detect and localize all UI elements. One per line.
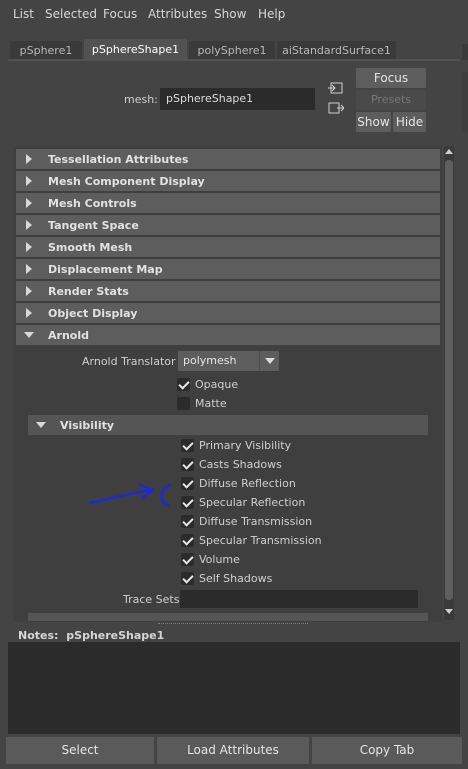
load-attributes-button[interactable]: Load Attributes [157,737,309,764]
expand-arrow-icon [26,242,32,252]
opaque-label: Opaque [195,378,239,391]
copy-tab-button[interactable]: Copy Tab [312,737,462,764]
focus-button[interactable]: Focus [356,68,426,88]
mesh-label: mesh: [124,93,158,106]
section-tangent-space[interactable]: Tangent Space [16,215,440,235]
notes-node-name: pSphereShape1 [66,629,165,642]
output-connection-icon[interactable] [328,101,344,115]
self-shadows-label: Self Shadows [199,572,273,585]
menu-list[interactable]: List [13,7,34,21]
tab-psphereshape1[interactable]: pSphereShape1 [84,39,187,60]
section-displacement-map[interactable]: Displacement Map [16,259,440,279]
opaque-checkbox[interactable] [177,378,190,391]
annotation-arrow-icon [88,483,172,507]
expand-arrow-icon [26,176,32,186]
show-button[interactable]: Show [356,112,391,132]
diffuse-transmission-checkbox[interactable] [181,515,194,528]
specular-reflection-checkbox[interactable] [181,496,194,509]
expand-arrow-icon [26,308,32,318]
volume-checkbox[interactable] [181,553,194,566]
primary-visibility-label: Primary Visibility [199,439,292,452]
section-render-stats[interactable]: Render Stats [16,281,440,301]
volume-label: Volume [199,553,240,566]
chevron-down-icon [265,358,275,364]
expand-arrow-icon [26,154,32,164]
specular-transmission-checkbox[interactable] [181,534,194,547]
menu-focus[interactable]: Focus [103,7,137,21]
next-section-stub [28,613,428,621]
matte-checkbox[interactable] [177,397,190,410]
casts-shadows-label: Casts Shadows [199,458,282,471]
mesh-name-field[interactable]: pSphereShape1 [160,88,315,110]
expand-arrow-icon [26,264,32,274]
section-visibility[interactable]: Visibility [28,415,428,435]
section-tessellation-attributes[interactable]: Tessellation Attributes [16,149,440,169]
menu-bar: List Selected Focus Attributes Show Help [0,0,468,28]
diffuse-transmission-label: Diffuse Transmission [199,515,313,528]
diffuse-reflection-label: Diffuse Reflection [199,477,296,490]
diffuse-reflection-checkbox[interactable] [181,477,194,490]
trace-sets-field[interactable] [180,590,418,608]
tab-separator [8,59,460,61]
menu-show[interactable]: Show [214,7,246,21]
section-mesh-component-display[interactable]: Mesh Component Display [16,171,440,191]
section-smooth-mesh[interactable]: Smooth Mesh [16,237,440,257]
scrollbar-thumb[interactable] [445,160,453,600]
expand-arrow-icon [26,220,32,230]
self-shadows-checkbox[interactable] [181,572,194,585]
casts-shadows-checkbox[interactable] [181,458,194,471]
notes-header: Notes: pSphereShape1 [18,629,164,642]
menu-attributes[interactable]: Attributes [148,7,207,21]
splitter-handle[interactable] [158,623,308,625]
tab-overflow [462,44,468,60]
section-object-display[interactable]: Object Display [16,303,440,323]
specular-reflection-label: Specular Reflection [199,496,306,509]
select-button[interactable]: Select [6,737,154,764]
expand-arrow-icon [26,286,32,296]
notes-label: Notes: [18,629,59,642]
hide-button[interactable]: Hide [393,112,426,132]
presets-button[interactable]: Presets [356,90,426,110]
matte-label: Matte [195,397,227,410]
arnold-translator-label: Arnold Translator [82,355,176,368]
tab-psphere1[interactable]: pSphere1 [10,41,82,60]
tab-aistandardsurface1[interactable]: aiStandardSurface1 [277,41,396,60]
notes-textarea[interactable] [8,642,460,734]
section-arnold[interactable]: Arnold [16,325,440,345]
scroll-down-icon[interactable] [445,609,453,614]
trace-sets-label: Trace Sets [123,593,180,606]
specular-transmission-label: Specular Transmission [199,534,322,547]
dropdown-chevron-button[interactable] [259,351,279,371]
collapse-arrow-icon [36,422,46,428]
menu-help[interactable]: Help [258,7,285,21]
collapse-arrow-icon [24,332,34,338]
menu-selected[interactable]: Selected [45,7,97,21]
arnold-translator-dropdown[interactable]: polymesh [178,351,259,371]
node-tab-bar: pSphere1 pSphereShape1 polySphere1 aiSta… [0,38,468,60]
tab-polysphere1[interactable]: polySphere1 [189,41,275,60]
scroll-up-icon[interactable] [445,149,453,154]
section-mesh-controls[interactable]: Mesh Controls [16,193,440,213]
expand-arrow-icon [26,198,32,208]
right-edge [462,72,468,132]
primary-visibility-checkbox[interactable] [181,439,194,452]
input-connection-icon[interactable] [328,81,344,95]
